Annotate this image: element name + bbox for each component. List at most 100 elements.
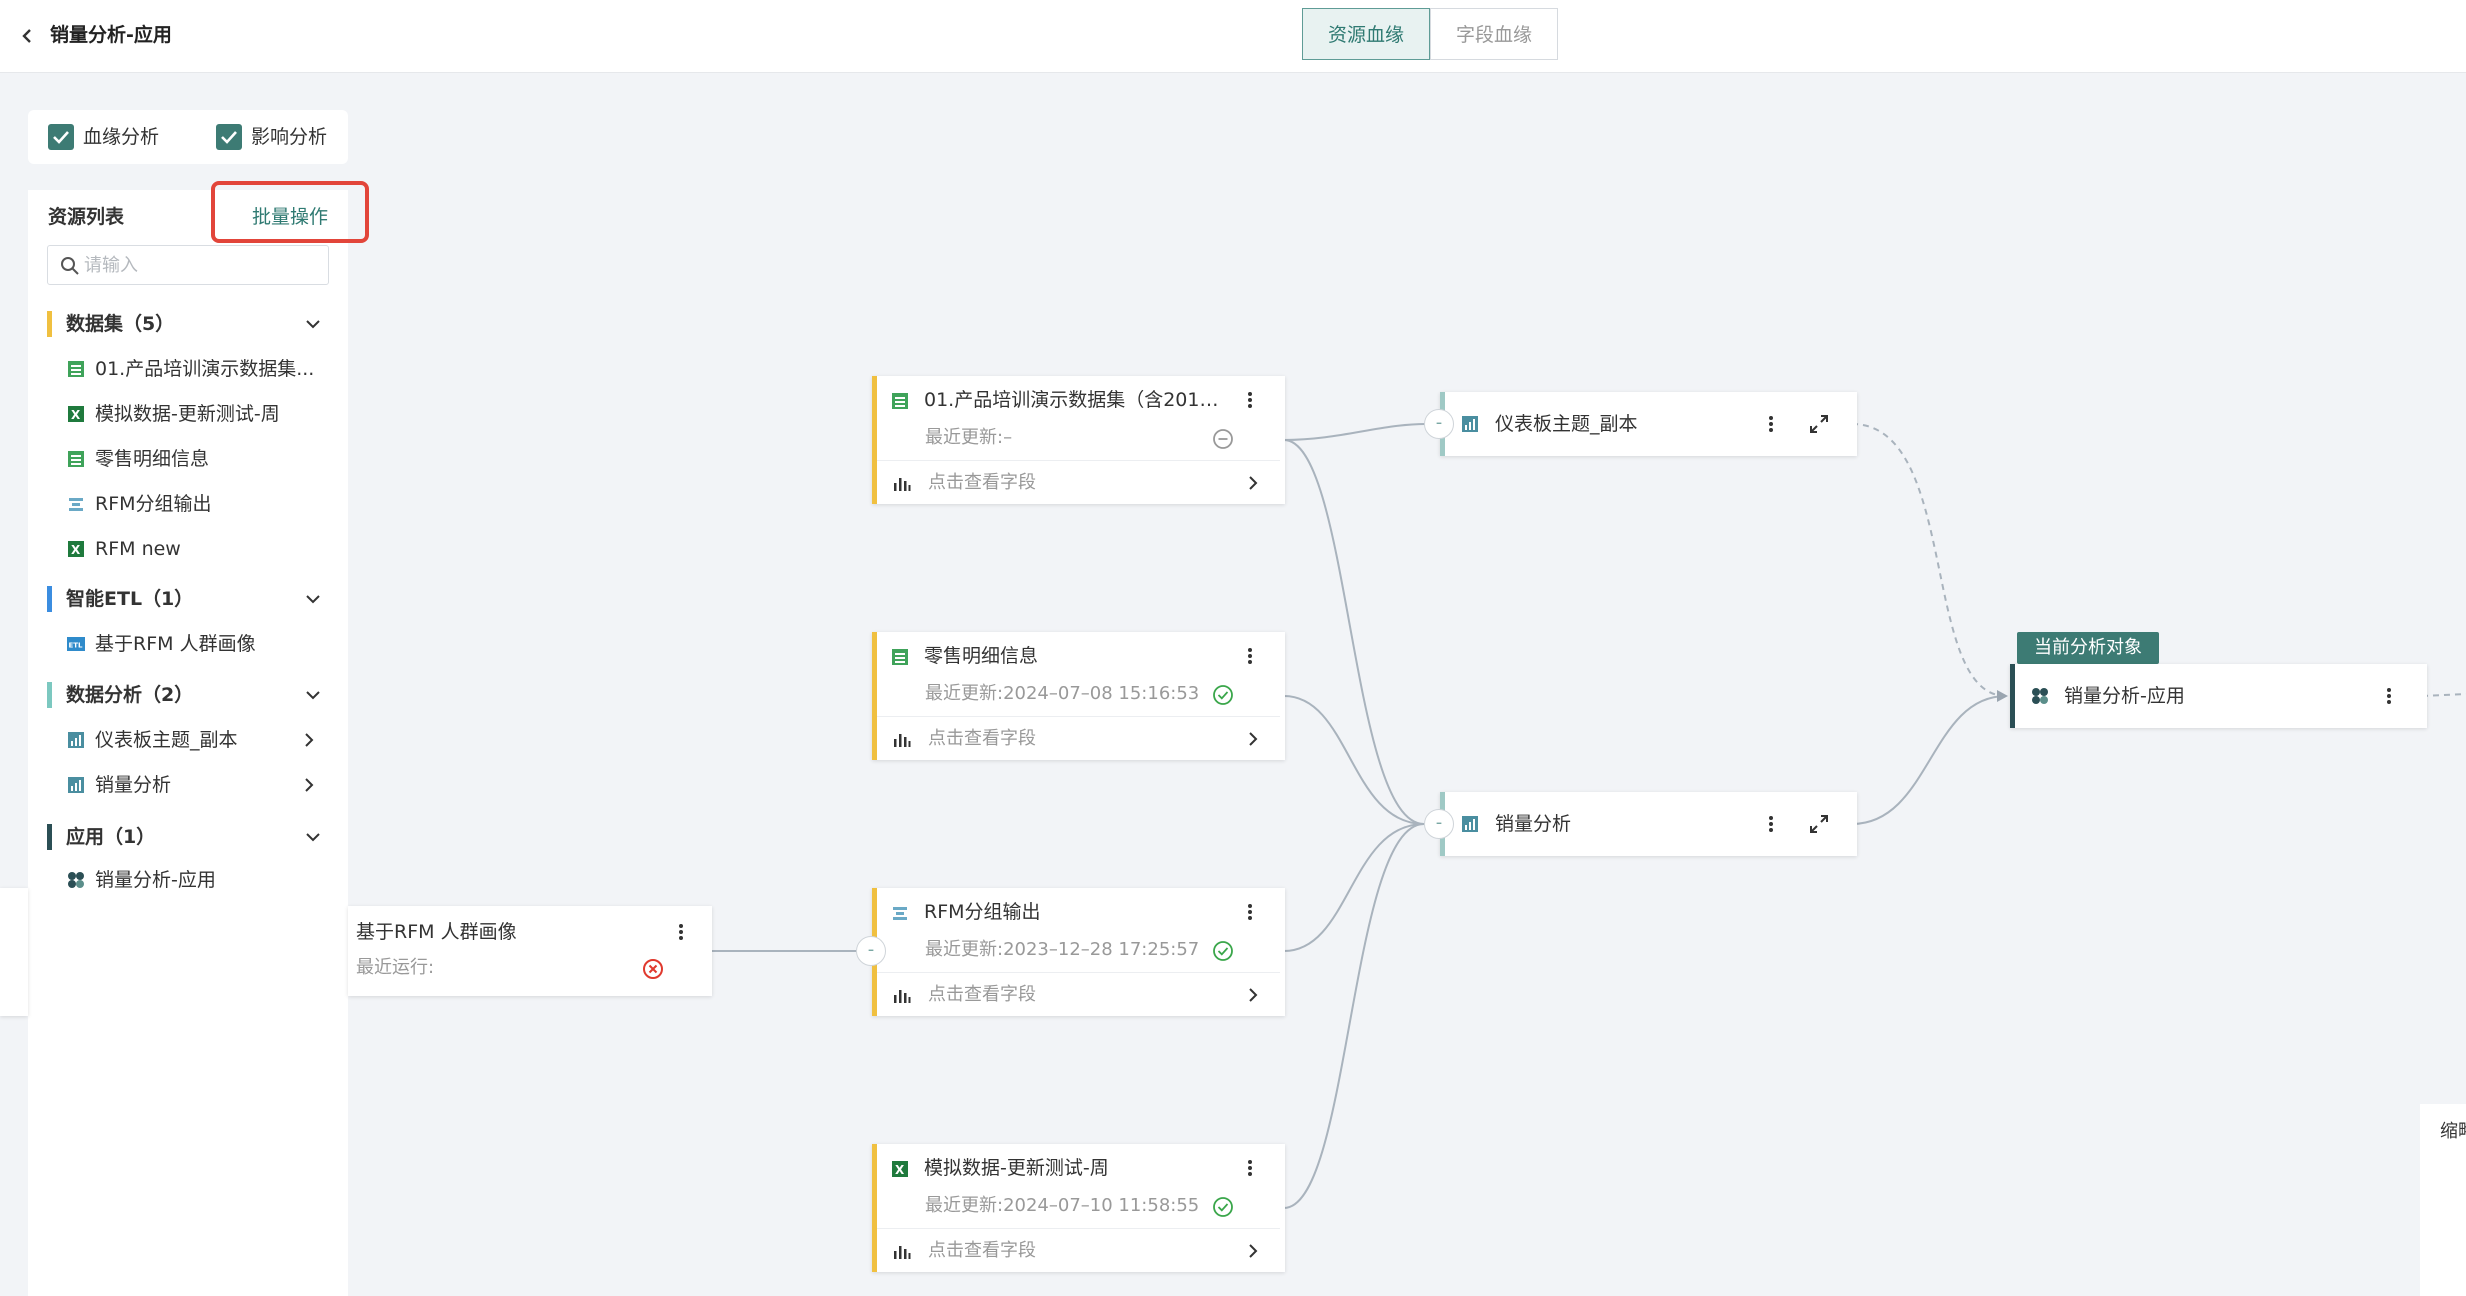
chevron-right-icon[interactable]: [1244, 1242, 1262, 1260]
edge-ds3-dash2: [1283, 823, 1425, 952]
success-check-icon: [1213, 685, 1233, 705]
chevron-down-icon[interactable]: [304, 686, 322, 704]
group-datasets-label[interactable]: 数据集（5）: [66, 309, 174, 339]
sidebar-item-etl-1[interactable]: 基于RFM 人群画像: [95, 629, 317, 659]
node-divider: [877, 1228, 1280, 1229]
group-app-label[interactable]: 应用（1）: [66, 822, 155, 852]
node-dataset-3-title: RFM分组输出: [924, 901, 1041, 923]
more-vertical-icon[interactable]: [1245, 1154, 1255, 1182]
collapse-button[interactable]: -: [1424, 409, 1454, 439]
sidebar-item-dataset-5[interactable]: RFM new: [95, 534, 317, 564]
neutral-status-icon: [1213, 429, 1233, 449]
chevron-right-icon[interactable]: [300, 776, 318, 794]
group-color-bar: [47, 682, 52, 708]
chevron-down-icon[interactable]: [304, 315, 322, 333]
sidebar-item-dataset-4[interactable]: RFM分组输出: [95, 489, 317, 519]
success-check-icon: [1213, 1197, 1233, 1217]
node-dataset-1-subtitle: 最近更新:–: [925, 427, 1013, 448]
svg-text:X: X: [71, 408, 81, 422]
expand-icon[interactable]: [1808, 813, 1830, 835]
svg-text:X: X: [895, 1163, 905, 1177]
node-dataset-4-field-link[interactable]: 点击查看字段: [928, 1237, 1036, 1265]
node-dataset-3-subtitle: 最近更新:2023–12–28 17:25:57: [925, 939, 1200, 960]
dataset-table-icon: [892, 393, 908, 409]
chevron-right-icon[interactable]: [300, 731, 318, 749]
node-divider: [877, 972, 1280, 973]
dataset-table-icon: [68, 361, 84, 377]
more-vertical-icon[interactable]: [1245, 898, 1255, 926]
group-color-bar: [47, 586, 52, 612]
group-analysis-label[interactable]: 数据分析（2）: [66, 680, 193, 710]
node-etl-subtitle: 最近运行:: [356, 957, 435, 978]
current-object-tag: 当前分析对象: [2017, 632, 2159, 664]
edge-dash2-app: [1851, 695, 2007, 825]
node-dataset-2-title: 零售明细信息: [924, 645, 1039, 667]
error-status-icon: [643, 959, 663, 979]
app-icon: [2032, 688, 2048, 704]
node-dataset-1-field-link[interactable]: 点击查看字段: [928, 469, 1036, 497]
node-etl-title: 基于RFM 人群画像: [356, 921, 517, 943]
bar-chart-icon: [894, 478, 911, 491]
node-dashboard-2-title: 销量分析: [1495, 813, 1572, 835]
more-vertical-icon[interactable]: [2384, 682, 2394, 710]
node-dataset-2-field-link[interactable]: 点击查看字段: [928, 725, 1036, 753]
highlight-box: [211, 181, 369, 243]
node-dashboard-1-title: 仪表板主题_副本: [1495, 413, 1638, 435]
group-color-bar: [47, 824, 52, 850]
dashboard-icon: [1462, 416, 1478, 432]
arrowhead-icon: [1997, 690, 2008, 702]
chevron-right-icon[interactable]: [1244, 474, 1262, 492]
group-etl-label[interactable]: 智能ETL（1）: [66, 584, 193, 614]
chevron-down-icon[interactable]: [304, 828, 322, 846]
collapse-button[interactable]: -: [1424, 809, 1454, 839]
dashboard-icon: [68, 732, 84, 748]
node-dataset-4-title: 模拟数据-更新测试-周: [924, 1157, 1109, 1179]
edge-dash1-app: [1851, 423, 2007, 697]
chevron-right-icon[interactable]: [1244, 730, 1262, 748]
chevron-right-icon[interactable]: [1244, 986, 1262, 1004]
etl-icon: ETL: [67, 637, 85, 651]
svg-text:X: X: [71, 543, 81, 557]
excel-icon: X: [892, 1161, 908, 1177]
expand-icon[interactable]: [1808, 413, 1830, 435]
dashboard-icon: [68, 777, 84, 793]
more-vertical-icon[interactable]: [1245, 642, 1255, 670]
node-app-title: 销量分析-应用: [2064, 685, 2185, 707]
search-input[interactable]: [84, 248, 324, 282]
offscreen-node[interactable]: [0, 888, 28, 1016]
excel-icon: X: [68, 541, 84, 557]
dashboard-icon: [1462, 816, 1478, 832]
sidebar-item-dataset-3[interactable]: 零售明细信息: [95, 444, 317, 474]
etl-output-icon: [69, 498, 83, 511]
thumbnail-label: 缩略: [2440, 1121, 2466, 1142]
sidebar-item-app-1[interactable]: 销量分析-应用: [95, 865, 317, 895]
sidebar-item-analysis-1[interactable]: 仪表板主题_副本: [95, 725, 295, 755]
svg-text:ETL: ETL: [69, 642, 84, 650]
more-vertical-icon[interactable]: [1766, 810, 1776, 838]
sidebar-item-analysis-2[interactable]: 销量分析: [95, 770, 295, 800]
group-color-bar: [47, 311, 52, 337]
node-dataset-3-field-link[interactable]: 点击查看字段: [928, 981, 1036, 1009]
more-vertical-icon[interactable]: [1245, 386, 1255, 414]
dataset-table-icon: [892, 649, 908, 665]
bar-chart-icon: [894, 734, 911, 747]
chevron-down-icon[interactable]: [304, 590, 322, 608]
resource-list-title: 资源列表: [48, 206, 125, 228]
app-icon: [68, 872, 84, 888]
edge-ds2-dash2: [1283, 695, 1425, 825]
more-vertical-icon[interactable]: [1766, 410, 1776, 438]
node-divider: [877, 716, 1280, 717]
edge-app-right: [2421, 693, 2466, 697]
bar-chart-icon: [894, 1246, 911, 1259]
etl-output-icon: [893, 907, 907, 920]
collapse-button[interactable]: -: [856, 936, 886, 966]
node-dataset-4-subtitle: 最近更新:2024–07–10 11:58:55: [925, 1195, 1200, 1216]
sidebar-item-dataset-2[interactable]: 模拟数据-更新测试-周: [95, 399, 317, 429]
dataset-table-icon: [68, 451, 84, 467]
more-vertical-icon[interactable]: [676, 918, 686, 946]
edge-ds1-dash1: [1283, 423, 1427, 441]
bar-chart-icon: [894, 990, 911, 1003]
sidebar-item-dataset-1[interactable]: 01.产品培训演示数据集...: [95, 354, 317, 384]
success-check-icon: [1213, 941, 1233, 961]
node-dataset-2-subtitle: 最近更新:2024–07–08 15:16:53: [925, 683, 1200, 704]
